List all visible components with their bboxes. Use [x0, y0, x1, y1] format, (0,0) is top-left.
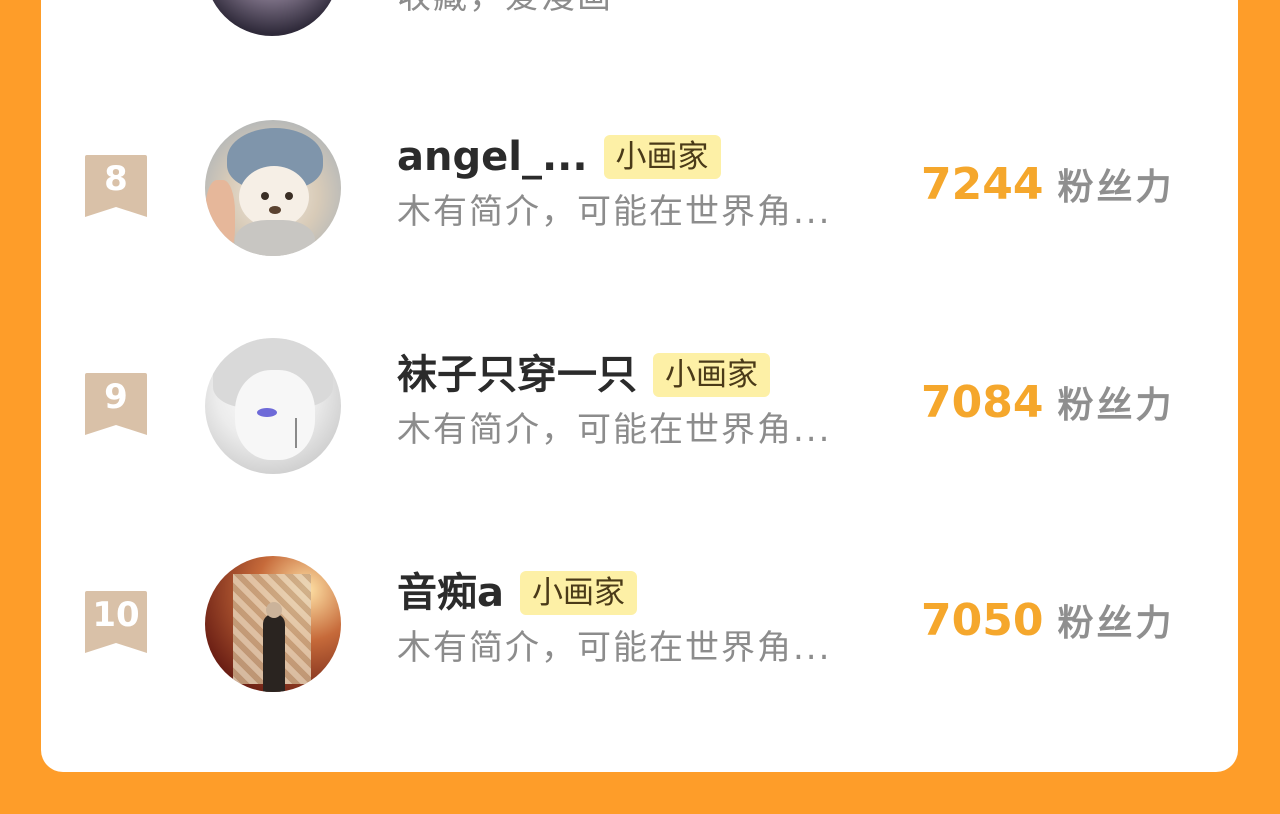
level-badge: 小画家 — [520, 571, 637, 615]
fan-power: 7050 粉丝力 — [921, 596, 1174, 649]
user-name[interactable]: angel_... — [397, 133, 588, 181]
ranking-card: 收藏，爱漫画 8 angel_... 小画家 木有简介，可能在世界角... 72… — [41, 0, 1238, 772]
user-name[interactable]: 音痴a — [397, 569, 504, 617]
rank-badge: 9 — [85, 373, 147, 435]
user-name-line: angel_... 小画家 — [397, 132, 721, 182]
ranking-row[interactable]: 8 angel_... 小画家 木有简介，可能在世界角... 7244 粉丝力 — [41, 118, 1238, 278]
ranking-row[interactable]: 9 袜子只穿一只 小画家 木有简介，可能在世界角... 7084 粉丝力 — [41, 336, 1238, 496]
fan-power-value: 7244 — [921, 159, 1044, 210]
ranking-row[interactable]: 10 音痴a 小画家 木有简介，可能在世界角... 7050 粉丝力 — [41, 554, 1238, 714]
level-badge: 小画家 — [653, 353, 770, 397]
rank-badge: 8 — [85, 155, 147, 217]
user-avatar-partial[interactable] — [205, 0, 339, 36]
fan-power-label: 粉丝力 — [1057, 385, 1175, 426]
fan-power: 7084 粉丝力 — [921, 378, 1174, 431]
fan-power-label: 粉丝力 — [1057, 603, 1175, 644]
fan-power-label: 粉丝力 — [1057, 167, 1175, 208]
rank-number: 9 — [104, 377, 128, 417]
user-bio-partial: 收藏，爱漫画 — [397, 0, 613, 14]
person-in-room-avatar[interactable] — [205, 556, 341, 692]
rank-badge: 10 — [85, 591, 147, 653]
teddy-bear-avatar[interactable] — [205, 120, 341, 256]
user-bio: 木有简介，可能在世界角... — [397, 410, 832, 450]
rank-number: 8 — [104, 159, 128, 199]
user-name[interactable]: 袜子只穿一只 — [397, 351, 637, 399]
user-bio: 木有简介，可能在世界角... — [397, 192, 832, 232]
user-name-line: 袜子只穿一只 小画家 — [397, 350, 770, 400]
level-badge: 小画家 — [603, 135, 721, 179]
anime-character-avatar[interactable] — [205, 338, 341, 474]
fan-power: 7244 粉丝力 — [921, 160, 1174, 213]
fan-power-value: 7050 — [921, 595, 1044, 646]
user-name-line: 音痴a 小画家 — [397, 568, 637, 618]
rank-number: 10 — [92, 595, 140, 635]
user-bio: 木有简介，可能在世界角... — [397, 628, 832, 668]
fan-power-value: 7084 — [921, 377, 1044, 428]
